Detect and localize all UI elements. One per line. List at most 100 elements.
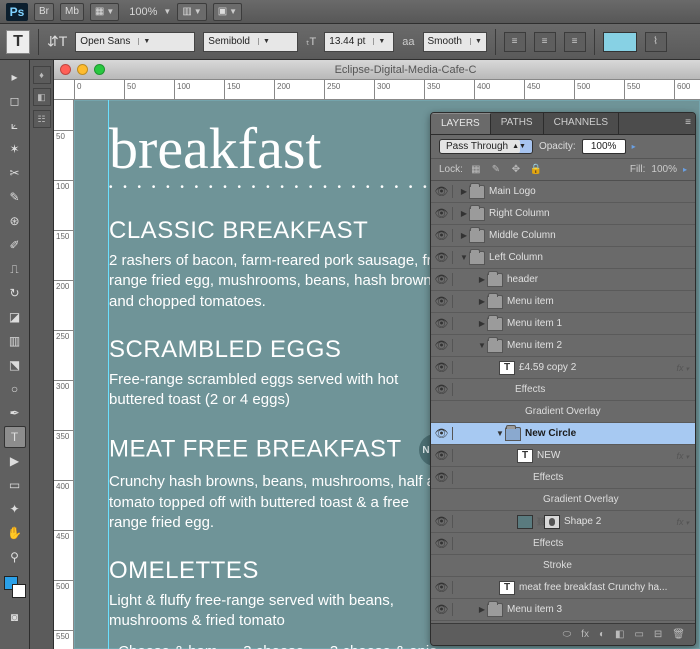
- ruler-horizontal[interactable]: 0 50 100 150 200 250 300 350 400 450 500…: [54, 80, 700, 100]
- layer-right-column[interactable]: 👁▶Right Column: [431, 203, 695, 225]
- lock-all-icon[interactable]: 🔒: [529, 163, 543, 177]
- zoom-window-icon[interactable]: [94, 64, 105, 75]
- blend-mode-dropdown[interactable]: Pass Through▲▼: [439, 139, 533, 154]
- fx-row-effects-2[interactable]: 👁Effects: [431, 467, 695, 489]
- close-window-icon[interactable]: [60, 64, 71, 75]
- layer-new-text[interactable]: 👁TNEWfx: [431, 445, 695, 467]
- visibility-icon[interactable]: 👁: [431, 361, 453, 374]
- fg-bg-swatch[interactable]: [4, 576, 26, 598]
- layers-tree[interactable]: 👁▶Main Logo 👁▶Right Column 👁▶Middle Colu…: [431, 181, 695, 623]
- visibility-icon[interactable]: 👁: [431, 207, 453, 220]
- arrange-documents-dropdown[interactable]: ▥▼: [177, 3, 206, 21]
- layer-price-text[interactable]: 👁T£4.59 copy 2fx: [431, 357, 695, 379]
- delete-layer-icon[interactable]: 🗑: [672, 629, 685, 640]
- stamp-tool[interactable]: ⎍: [4, 258, 26, 280]
- fx-row-gradient-1[interactable]: Gradient Overlay: [431, 401, 695, 423]
- visibility-icon[interactable]: 👁: [431, 273, 453, 286]
- brush-tool[interactable]: ✐: [4, 234, 26, 256]
- visibility-icon[interactable]: 👁: [431, 185, 453, 198]
- font-size-dropdown[interactable]: 13.44 pt: [324, 32, 394, 52]
- eraser-tool[interactable]: ◪: [4, 306, 26, 328]
- hand-tool[interactable]: ✋: [4, 522, 26, 544]
- shape-tool[interactable]: ▭: [4, 474, 26, 496]
- visibility-icon[interactable]: 👁: [431, 537, 453, 550]
- dodge-tool[interactable]: ○: [4, 378, 26, 400]
- zoom-tool[interactable]: ⚲: [4, 546, 26, 568]
- visibility-icon[interactable]: 👁: [431, 449, 453, 462]
- tab-paths[interactable]: PATHS: [491, 113, 544, 134]
- fx-badge[interactable]: fx: [677, 517, 695, 527]
- type-tool-preset-icon[interactable]: T: [6, 30, 30, 54]
- panel-menu-icon[interactable]: ≡: [685, 117, 691, 128]
- fill-field[interactable]: 100%: [651, 164, 677, 175]
- mini-panel-1[interactable]: ♦: [33, 66, 51, 84]
- align-right-button[interactable]: ≡: [564, 32, 586, 52]
- opacity-slider-icon[interactable]: ▸: [632, 142, 636, 151]
- layer-menu-item-2[interactable]: 👁▼Menu item 2: [431, 335, 695, 357]
- lasso-tool[interactable]: ⟀: [4, 114, 26, 136]
- layer-style-icon[interactable]: fx: [581, 629, 589, 640]
- lock-position-icon[interactable]: ✥: [509, 163, 523, 177]
- layer-header[interactable]: 👁▶header: [431, 269, 695, 291]
- move-tool[interactable]: ▸: [4, 66, 26, 88]
- font-weight-dropdown[interactable]: Semibold: [203, 32, 298, 52]
- visibility-icon[interactable]: 👁: [431, 295, 453, 308]
- quick-mask-toggle[interactable]: ◙: [4, 606, 26, 628]
- layer-middle-column[interactable]: 👁▶Middle Column: [431, 225, 695, 247]
- 3d-tool[interactable]: ✦: [4, 498, 26, 520]
- tab-channels[interactable]: CHANNELS: [544, 113, 619, 134]
- marquee-tool[interactable]: ◻: [4, 90, 26, 112]
- adjustment-layer-icon[interactable]: ◧: [615, 629, 624, 640]
- layer-menu-item[interactable]: 👁▶Menu item: [431, 291, 695, 313]
- font-family-dropdown[interactable]: Open Sans: [75, 32, 195, 52]
- anti-alias-dropdown[interactable]: Smooth: [423, 32, 487, 52]
- warp-text-button[interactable]: ⌇: [645, 32, 667, 52]
- type-tool[interactable]: T: [4, 426, 26, 448]
- layer-main-logo[interactable]: 👁▶Main Logo: [431, 181, 695, 203]
- healing-tool[interactable]: ⊛: [4, 210, 26, 232]
- layer-left-column[interactable]: 👁▼Left Column: [431, 247, 695, 269]
- minimize-window-icon[interactable]: [77, 64, 88, 75]
- visibility-icon[interactable]: 👁: [431, 427, 453, 440]
- blur-tool[interactable]: ⬔: [4, 354, 26, 376]
- document-titlebar[interactable]: Eclipse-Digital-Media-Cafe-C: [54, 60, 700, 80]
- align-center-button[interactable]: ≡: [534, 32, 556, 52]
- fx-row-effects-1[interactable]: 👁Effects: [431, 379, 695, 401]
- lock-transparent-icon[interactable]: ▦: [469, 163, 483, 177]
- screen-mode-dropdown[interactable]: ▣▼: [213, 3, 242, 21]
- visibility-icon[interactable]: 👁: [431, 515, 453, 528]
- eyedropper-tool[interactable]: ✎: [4, 186, 26, 208]
- layer-new-circle[interactable]: 👁▼New Circle: [431, 423, 695, 445]
- new-layer-icon[interactable]: ⊟: [654, 629, 662, 640]
- visibility-icon[interactable]: 👁: [431, 339, 453, 352]
- mini-panel-3[interactable]: ☷: [33, 110, 51, 128]
- quick-select-tool[interactable]: ✶: [4, 138, 26, 160]
- crop-tool[interactable]: ✂: [4, 162, 26, 184]
- layer-menu-item-1[interactable]: 👁▶Menu item 1: [431, 313, 695, 335]
- zoom-dropdown[interactable]: 100%▼: [125, 6, 171, 18]
- visibility-icon[interactable]: 👁: [431, 383, 453, 396]
- minibridge-button[interactable]: Mb: [60, 3, 84, 21]
- visibility-icon[interactable]: 👁: [431, 471, 453, 484]
- history-brush-tool[interactable]: ↻: [4, 282, 26, 304]
- view-extras-dropdown[interactable]: ▦▼: [90, 3, 119, 21]
- layer-shape-2[interactable]: 👁⛓Shape 2fx: [431, 511, 695, 533]
- fx-row-stroke[interactable]: Stroke: [431, 555, 695, 577]
- mini-panel-2[interactable]: ◧: [33, 88, 51, 106]
- gradient-tool[interactable]: ▥: [4, 330, 26, 352]
- text-orientation-icon[interactable]: ⇵T: [47, 33, 67, 50]
- text-color-swatch[interactable]: [603, 32, 637, 52]
- new-group-icon[interactable]: ▭: [634, 629, 643, 640]
- fx-badge[interactable]: fx: [677, 451, 695, 461]
- lock-image-icon[interactable]: ✎: [489, 163, 503, 177]
- bridge-button[interactable]: Br: [34, 3, 54, 21]
- fx-badge[interactable]: fx: [677, 363, 695, 373]
- align-left-button[interactable]: ≡: [504, 32, 526, 52]
- layer-mfb-text[interactable]: 👁Tmeat free breakfast Crunchy ha...: [431, 577, 695, 599]
- tab-layers[interactable]: LAYERS: [431, 113, 491, 134]
- layer-mask-icon[interactable]: ◐: [599, 629, 605, 640]
- visibility-icon[interactable]: 👁: [431, 317, 453, 330]
- path-select-tool[interactable]: ▶: [4, 450, 26, 472]
- visibility-icon[interactable]: 👁: [431, 581, 453, 594]
- fill-slider-icon[interactable]: ▸: [683, 165, 687, 174]
